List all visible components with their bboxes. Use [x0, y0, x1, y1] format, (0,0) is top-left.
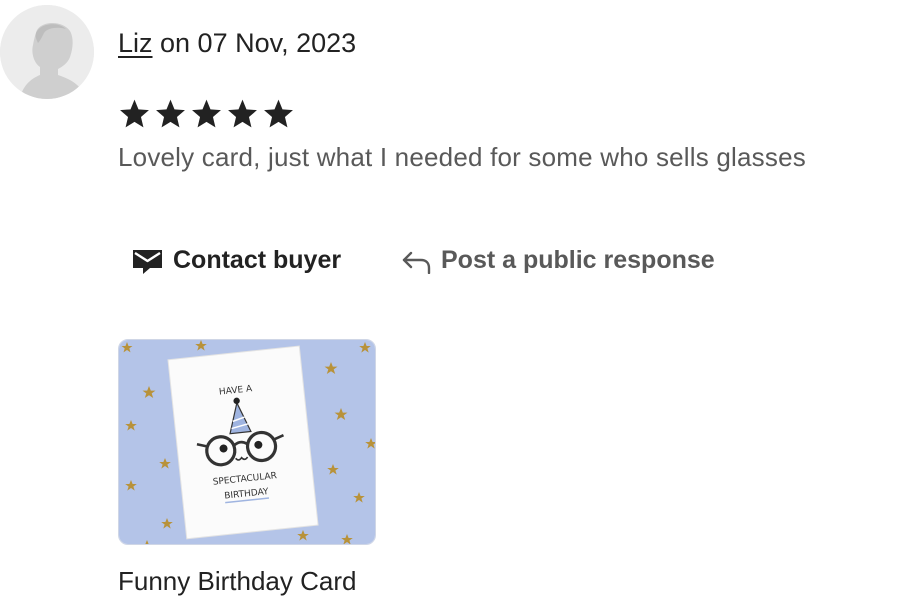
- star-icon: [118, 96, 151, 132]
- post-public-response-label: Post a public response: [441, 246, 715, 274]
- greeting-card: HAVE A SPECTACULAR BIRTHDAY: [167, 345, 319, 540]
- review-header: Liz on 07 Nov, 2023: [118, 28, 356, 59]
- reviewer-name-link[interactable]: Liz: [118, 28, 153, 58]
- review-text: Lovely card, just what I needed for some…: [118, 142, 806, 172]
- contact-buyer-button[interactable]: Contact buyer: [132, 246, 341, 275]
- star-icon: [262, 96, 295, 132]
- reply-arrow-icon: [402, 251, 431, 274]
- listing-title-link[interactable]: Funny Birthday Card: [118, 566, 356, 597]
- star-icon: [190, 96, 223, 132]
- star-icon: [154, 96, 187, 132]
- listing-image: HAVE A SPECTACULAR BIRTHDAY: [119, 340, 375, 544]
- post-public-response-button[interactable]: Post a public response: [401, 246, 715, 275]
- envelope-icon: [133, 249, 162, 274]
- star-icon: [226, 96, 259, 132]
- reviewer-avatar[interactable]: [0, 5, 94, 99]
- contact-buyer-label: Contact buyer: [173, 246, 342, 274]
- star-rating: [118, 96, 295, 132]
- person-silhouette-icon: [0, 5, 94, 99]
- review-date: on 07 Nov, 2023: [152, 28, 357, 58]
- listing-thumbnail[interactable]: HAVE A SPECTACULAR BIRTHDAY: [118, 339, 376, 545]
